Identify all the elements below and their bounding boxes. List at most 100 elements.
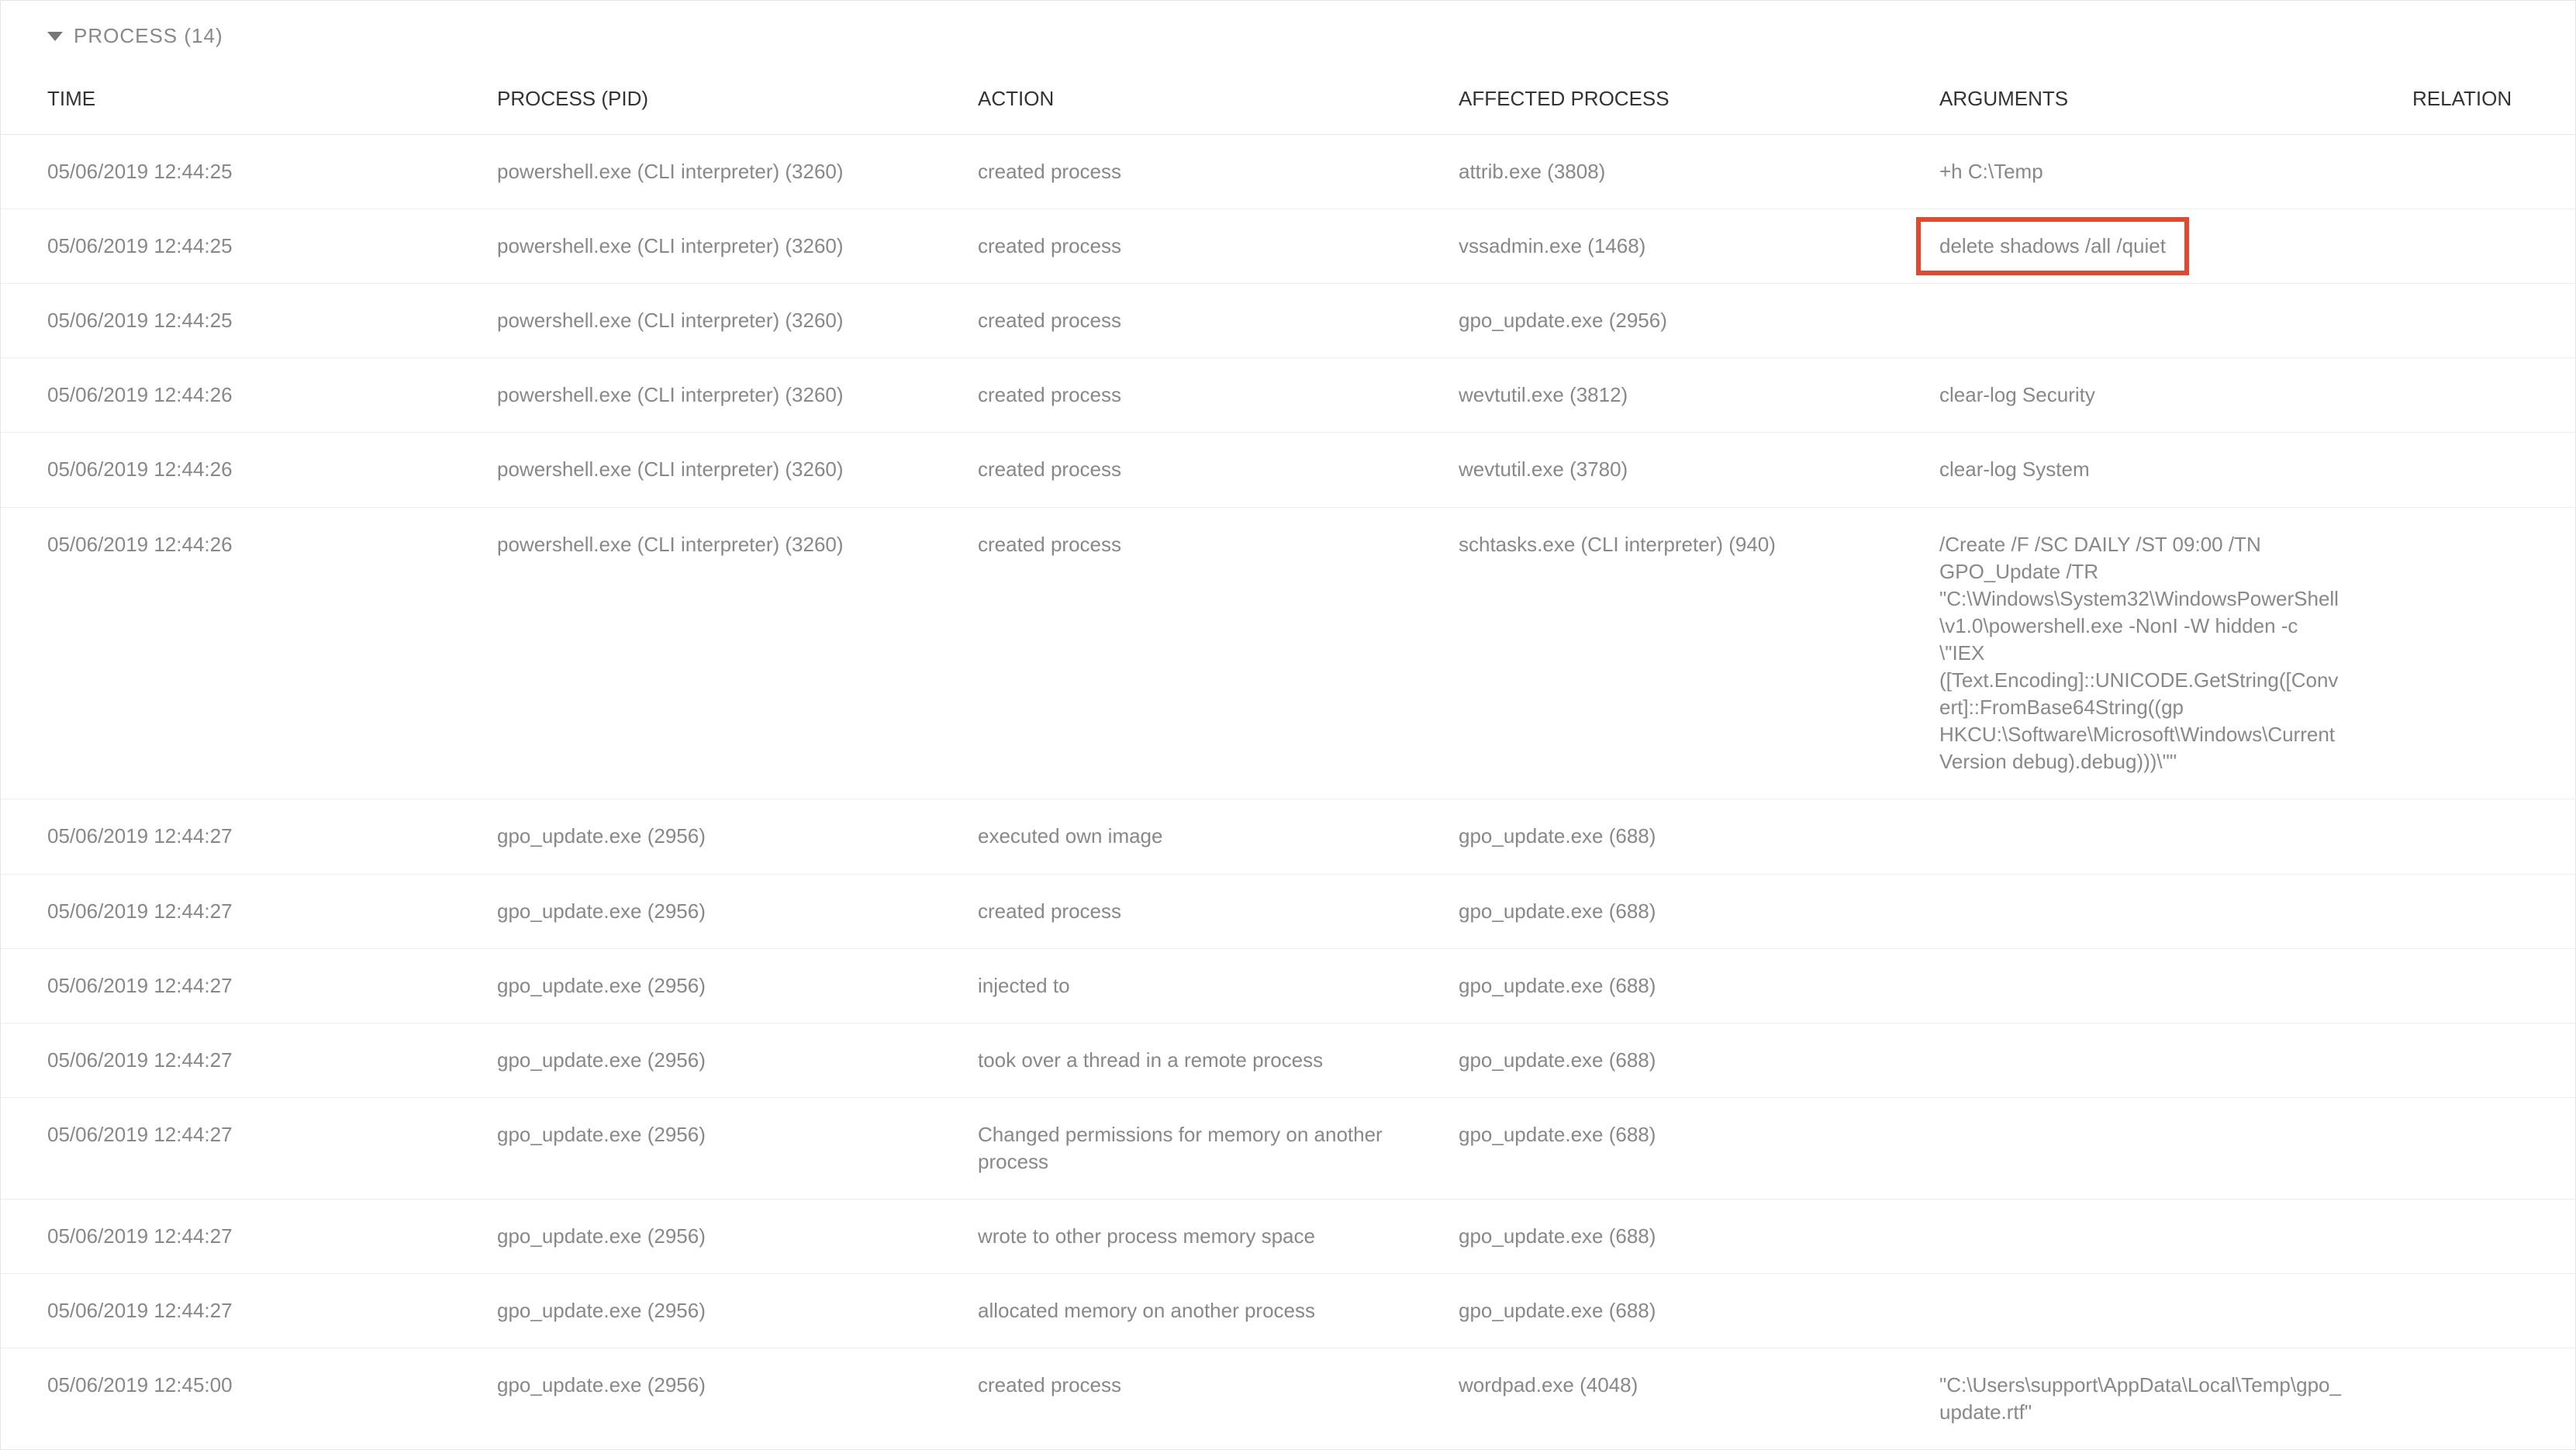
cell-time: 05/06/2019 12:44:27: [1, 799, 451, 873]
cell-process: gpo_update.exe (2956): [451, 1024, 931, 1097]
cell-relation: [2366, 949, 2576, 996]
cell-relation: [2366, 508, 2576, 554]
cell-action: created process: [931, 284, 1412, 357]
cell-arguments: clear-log Security: [1893, 358, 2366, 432]
cell-action: Changed permissions for memory on anothe…: [931, 1098, 1412, 1199]
cell-relation: [2366, 1098, 2576, 1144]
cell-time: 05/06/2019 12:44:27: [1, 1200, 451, 1273]
cell-arguments: [1893, 284, 2366, 330]
cell-action: wrote to other process memory space: [931, 1200, 1412, 1273]
table-row[interactable]: 05/06/2019 12:44:27gpo_update.exe (2956)…: [1, 1024, 2575, 1098]
cell-time: 05/06/2019 12:44:27: [1, 1024, 451, 1097]
table-row[interactable]: 05/06/2019 12:44:25powershell.exe (CLI i…: [1, 284, 2575, 358]
section-header[interactable]: PROCESS (14): [1, 1, 2575, 64]
col-process[interactable]: PROCESS (PID): [451, 74, 931, 123]
cell-time: 05/06/2019 12:44:26: [1, 358, 451, 432]
cell-action: created process: [931, 135, 1412, 209]
cell-relation: [2366, 1024, 2576, 1070]
cell-affected: wevtutil.exe (3812): [1412, 358, 1893, 432]
cell-arguments: [1893, 1200, 2366, 1246]
table-row[interactable]: 05/06/2019 12:45:00gpo_update.exe (2956)…: [1, 1348, 2575, 1449]
table-row[interactable]: 05/06/2019 12:44:27gpo_update.exe (2956)…: [1, 875, 2575, 949]
cell-relation: [2366, 433, 2576, 479]
cell-affected: gpo_update.exe (688): [1412, 1098, 1893, 1172]
cell-action: took over a thread in a remote process: [931, 1024, 1412, 1097]
cell-time: 05/06/2019 12:45:00: [1, 1348, 451, 1422]
cell-time: 05/06/2019 12:44:26: [1, 508, 451, 582]
cell-affected: wevtutil.exe (3780): [1412, 433, 1893, 506]
cell-arguments: [1893, 799, 2366, 846]
cell-time: 05/06/2019 12:44:26: [1, 433, 451, 506]
cell-arguments: +h C:\Temp: [1893, 135, 2366, 209]
col-relation[interactable]: RELATION: [2366, 74, 2576, 123]
cell-process: gpo_update.exe (2956): [451, 1348, 931, 1422]
table-row[interactable]: 05/06/2019 12:44:26powershell.exe (CLI i…: [1, 433, 2575, 507]
table-row[interactable]: 05/06/2019 12:44:26powershell.exe (CLI i…: [1, 358, 2575, 433]
cell-affected: gpo_update.exe (688): [1412, 949, 1893, 1023]
cell-relation: [2366, 799, 2576, 846]
highlight-box: delete shadows /all /quiet: [1916, 217, 2189, 275]
cell-process: powershell.exe (CLI interpreter) (3260): [451, 358, 931, 432]
cell-process: powershell.exe (CLI interpreter) (3260): [451, 433, 931, 506]
cell-action: created process: [931, 209, 1412, 283]
cell-relation: [2366, 135, 2576, 181]
table-row[interactable]: 05/06/2019 12:44:27gpo_update.exe (2956)…: [1, 949, 2575, 1024]
table-row[interactable]: 05/06/2019 12:44:25powershell.exe (CLI i…: [1, 209, 2575, 284]
cell-time: 05/06/2019 12:44:27: [1, 1274, 451, 1348]
cell-relation: [2366, 1348, 2576, 1395]
cell-process: powershell.exe (CLI interpreter) (3260): [451, 284, 931, 357]
cell-process: gpo_update.exe (2956): [451, 1098, 931, 1172]
table-header-row: TIME PROCESS (PID) ACTION AFFECTED PROCE…: [1, 64, 2575, 135]
table-row[interactable]: 05/06/2019 12:44:27gpo_update.exe (2956)…: [1, 799, 2575, 874]
cell-action: executed own image: [931, 799, 1412, 873]
col-arguments[interactable]: ARGUMENTS: [1893, 74, 2366, 123]
table-row[interactable]: 05/06/2019 12:44:25powershell.exe (CLI i…: [1, 135, 2575, 209]
cell-process: powershell.exe (CLI interpreter) (3260): [451, 209, 931, 283]
cell-action: created process: [931, 433, 1412, 506]
col-action[interactable]: ACTION: [931, 74, 1412, 123]
table-row[interactable]: 05/06/2019 12:44:27gpo_update.exe (2956)…: [1, 1098, 2575, 1200]
cell-time: 05/06/2019 12:44:25: [1, 284, 451, 357]
cell-arguments: [1893, 949, 2366, 996]
cell-arguments: "C:\Users\support\AppData\Local\Temp\gpo…: [1893, 1348, 2366, 1449]
cell-arguments: clear-log System: [1893, 433, 2366, 506]
cell-time: 05/06/2019 12:44:25: [1, 135, 451, 209]
cell-affected: schtasks.exe (CLI interpreter) (940): [1412, 508, 1893, 582]
table-row[interactable]: 05/06/2019 12:44:26powershell.exe (CLI i…: [1, 508, 2575, 800]
col-time[interactable]: TIME: [1, 74, 451, 123]
cell-affected: gpo_update.exe (688): [1412, 799, 1893, 873]
cell-affected: gpo_update.exe (688): [1412, 1200, 1893, 1273]
section-title: PROCESS (14): [74, 24, 223, 48]
cell-process: gpo_update.exe (2956): [451, 949, 931, 1023]
cell-time: 05/06/2019 12:44:25: [1, 209, 451, 283]
cell-arguments: /Create /F /SC DAILY /ST 09:00 /TN GPO_U…: [1893, 508, 2366, 799]
cell-process: powershell.exe (CLI interpreter) (3260): [451, 508, 931, 582]
col-affected[interactable]: AFFECTED PROCESS: [1412, 74, 1893, 123]
cell-affected: gpo_update.exe (688): [1412, 1024, 1893, 1097]
table-row[interactable]: 05/06/2019 12:44:27gpo_update.exe (2956)…: [1, 1200, 2575, 1274]
cell-arguments: [1893, 875, 2366, 921]
cell-action: created process: [931, 875, 1412, 948]
cell-affected: wordpad.exe (4048): [1412, 1348, 1893, 1422]
cell-relation: [2366, 358, 2576, 405]
cell-process: powershell.exe (CLI interpreter) (3260): [451, 135, 931, 209]
cell-relation: [2366, 875, 2576, 921]
cell-affected: vssadmin.exe (1468): [1412, 209, 1893, 283]
cell-time: 05/06/2019 12:44:27: [1, 875, 451, 948]
cell-action: created process: [931, 358, 1412, 432]
cell-process: gpo_update.exe (2956): [451, 875, 931, 948]
cell-action: allocated memory on another process: [931, 1274, 1412, 1348]
cell-time: 05/06/2019 12:44:27: [1, 1098, 451, 1172]
cell-arguments: [1893, 1024, 2366, 1070]
cell-relation: [2366, 209, 2576, 256]
table-row[interactable]: 05/06/2019 12:44:27gpo_update.exe (2956)…: [1, 1274, 2575, 1348]
cell-relation: [2366, 284, 2576, 330]
cell-process: gpo_update.exe (2956): [451, 1274, 931, 1348]
cell-action: created process: [931, 1348, 1412, 1422]
cell-affected: gpo_update.exe (688): [1412, 875, 1893, 948]
cell-process: gpo_update.exe (2956): [451, 1200, 931, 1273]
cell-arguments: [1893, 1274, 2366, 1321]
cell-arguments: delete shadows /all /quiet: [1893, 209, 2366, 283]
cell-time: 05/06/2019 12:44:27: [1, 949, 451, 1023]
cell-affected: attrib.exe (3808): [1412, 135, 1893, 209]
